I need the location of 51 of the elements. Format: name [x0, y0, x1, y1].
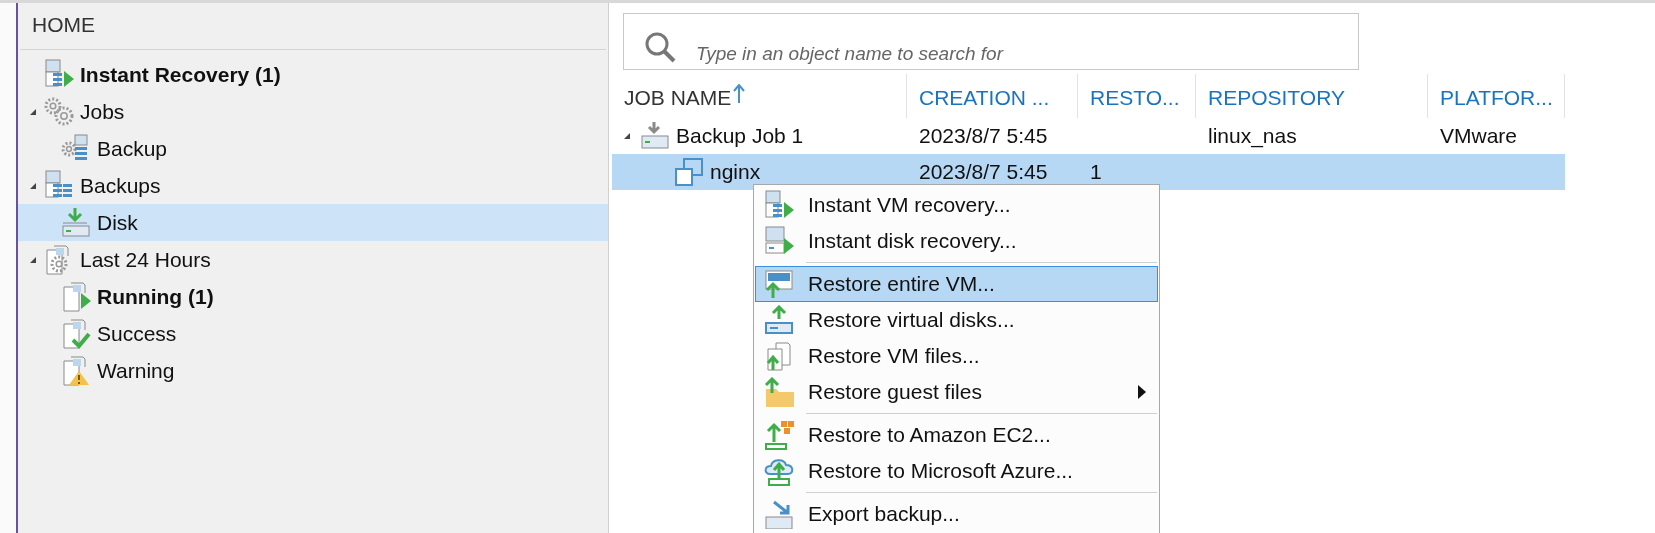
- table-row[interactable]: Backup Job 1 2023/8/7 5:45 linux_nas VMware: [612, 118, 1565, 154]
- table-cell: nginx: [710, 160, 761, 184]
- tree-item[interactable]: Disk: [18, 204, 608, 241]
- folder-upload-icon: [764, 377, 794, 407]
- column-header[interactable]: PLATFOR...: [1428, 74, 1565, 118]
- table-cell: 2023/8/7 5:45: [919, 160, 1048, 184]
- gears-icon: [44, 95, 76, 128]
- success-document-icon: [61, 317, 93, 350]
- cloud-boxes-upload-icon: [764, 420, 794, 450]
- running-document-icon: [61, 280, 93, 313]
- menu-item[interactable]: Restore to Microsoft Azure...: [755, 453, 1158, 489]
- tree-item[interactable]: Success: [18, 315, 608, 352]
- vm-upload-icon: [764, 269, 794, 299]
- column-header[interactable]: JOB NAME: [612, 74, 907, 118]
- menu-item[interactable]: Restore to Amazon EC2...: [755, 417, 1158, 453]
- menu-item[interactable]: Restore virtual disks...: [755, 302, 1158, 338]
- menu-item[interactable]: Instant disk recovery...: [755, 223, 1158, 259]
- menu-item[interactable]: Restore VM files...: [755, 338, 1158, 374]
- tree-item[interactable]: Backups: [18, 167, 608, 204]
- menu-item[interactable]: Restore entire VM...: [755, 266, 1158, 302]
- column-header[interactable]: RESTO...: [1078, 74, 1196, 118]
- table-cell: 2023/8/7 5:45: [919, 124, 1048, 148]
- disk-upload-icon: [764, 305, 794, 335]
- tree-item[interactable]: Backup: [18, 130, 608, 167]
- backup-job-icon: [640, 121, 670, 151]
- cloud-upload-icon: [764, 456, 794, 486]
- menu-item[interactable]: Export backup...: [755, 496, 1158, 532]
- menu-item[interactable]: Restore guest files: [755, 374, 1158, 410]
- search-icon: [643, 30, 677, 64]
- column-header[interactable]: REPOSITORY: [1196, 74, 1428, 118]
- tree-item[interactable]: Running (1): [18, 278, 608, 315]
- tree-item[interactable]: Last 24 Hours: [18, 241, 608, 278]
- section-title: HOME: [20, 3, 606, 50]
- menu-item[interactable]: Instant VM recovery...: [755, 187, 1158, 223]
- server-icon: [764, 190, 794, 220]
- column-header[interactable]: CREATION ...: [907, 74, 1078, 118]
- table-cell: Backup Job 1: [676, 124, 804, 148]
- table-row[interactable]: nginx 2023/8/7 5:45 1: [612, 154, 1565, 190]
- files-upload-icon: [764, 341, 794, 371]
- vm-icon: [674, 157, 704, 187]
- table-cell: VMware: [1440, 124, 1518, 148]
- disk-play-icon: [764, 226, 794, 256]
- table-cell: 1: [1090, 160, 1102, 184]
- tree-item[interactable]: Warning: [18, 352, 608, 389]
- export-icon: [764, 499, 794, 529]
- tree-item[interactable]: Jobs: [18, 93, 608, 130]
- table-cell: linux_nas: [1208, 124, 1297, 148]
- sort-arrow-icon: [733, 84, 746, 104]
- search-field[interactable]: Type in an object name to search for: [623, 13, 1359, 70]
- tree-item[interactable]: Instant Recovery (1): [18, 56, 608, 93]
- disk-download-icon: [61, 206, 93, 239]
